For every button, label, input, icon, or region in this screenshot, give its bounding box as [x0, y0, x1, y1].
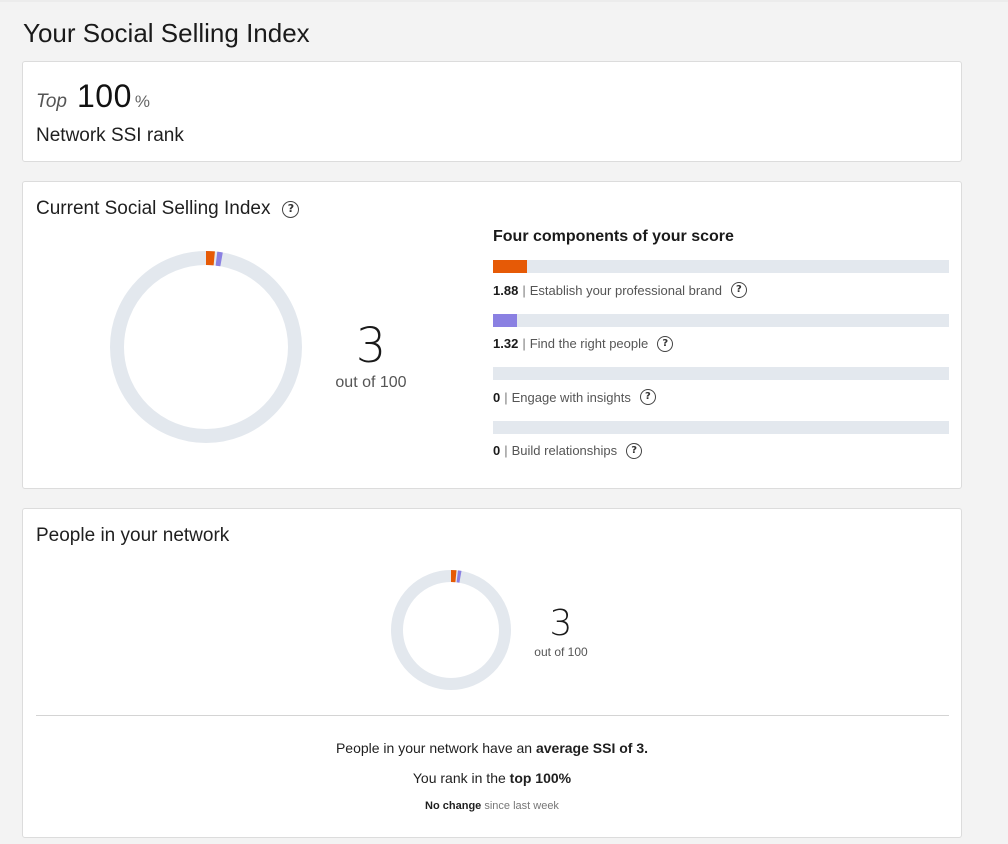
component-text: 1.88 | Establish your professional brand? — [493, 282, 949, 298]
current-ssi-heading: Current Social Selling Index ? — [36, 198, 300, 220]
ssi-page: Your Social Selling Index Top 100 % Netw… — [0, 0, 1008, 844]
rank-text-bold: top 100% — [509, 770, 572, 786]
change-rest: since last week — [484, 800, 559, 812]
ssi-score: 3 — [355, 318, 387, 374]
ssi-score-suffix: out of 100 — [335, 374, 407, 391]
network-donut-chart — [391, 570, 511, 690]
rank-line: Top 100 % — [36, 78, 150, 115]
component-value: 0 — [493, 443, 501, 458]
component-separator: | — [522, 282, 526, 298]
component-row: 0 | Build relationships? — [493, 420, 949, 475]
ssi-donut-track — [110, 251, 302, 443]
component-row: 1.32 | Find the right people? — [493, 313, 949, 368]
network-card: People in your network 3 out of 100 Peop… — [22, 508, 962, 838]
component-bar-fill — [493, 313, 518, 327]
rank-label: Network SSI rank — [36, 125, 184, 146]
component-value: 1.88 — [493, 282, 519, 298]
component-separator: | — [504, 389, 508, 405]
component-label: Build relationships — [511, 443, 618, 458]
help-icon[interactable]: ? — [282, 200, 300, 218]
network-donut-svg — [391, 570, 511, 690]
component-bar-track — [493, 367, 949, 380]
network-title: People in your network — [36, 525, 230, 546]
score-components: Four components of your score 1.88 | Estab… — [493, 228, 949, 474]
component-value: 1.32 — [493, 336, 519, 351]
component-bar-track — [493, 313, 949, 327]
average-text-pre: People in your network have an — [335, 740, 533, 756]
ssi-score-block: 3 out of 100 — [321, 320, 421, 392]
component-bar-track — [493, 420, 949, 434]
help-icon[interactable]: ? — [639, 389, 656, 405]
component-text: 1.32 | Find the right people? — [493, 335, 949, 352]
component-text: 0 | Build relationships? — [493, 442, 949, 459]
components-list: 1.88 | Establish your professional brand? 1… — [493, 260, 949, 474]
help-icon[interactable]: ? — [730, 282, 747, 298]
help-icon[interactable]: ? — [657, 335, 674, 352]
help-icon[interactable]: ? — [626, 442, 643, 459]
components-title: Four components of your score — [493, 228, 734, 245]
network-donut-track — [391, 570, 511, 690]
average-text-bold: average SSI of 3. — [535, 740, 649, 756]
current-ssi-card: Current Social Selling Index ? 3 out of … — [22, 181, 962, 489]
network-score-suffix: out of 100 — [534, 645, 588, 659]
rank-value: 100 — [77, 78, 132, 114]
rank-unit: % — [134, 92, 151, 111]
component-bar-track — [493, 260, 949, 273]
rank-prefix: Top — [36, 91, 67, 112]
network-rank-card: Top 100 % Network SSI rank — [22, 61, 962, 162]
network-rank-text: You rank in the top 100% — [23, 770, 961, 786]
network-heading: People in your network — [36, 525, 229, 547]
component-value: 0 — [493, 389, 501, 405]
ssi-donut-svg — [110, 251, 302, 443]
top-strip — [0, 0, 1008, 2]
rank-text-pre: You rank in the — [412, 770, 506, 786]
current-ssi-title: Current Social Selling Index — [36, 198, 271, 219]
page-title: Your Social Selling Index — [23, 18, 310, 48]
component-separator: | — [522, 336, 526, 351]
weekly-change-note: No change since last week — [23, 800, 961, 812]
component-row: 1.88 | Establish your professional brand? — [493, 260, 949, 314]
network-score: 3 — [549, 603, 573, 644]
component-row: 0 | Engage with insights? — [493, 367, 949, 421]
component-text: 0 | Engage with insights? — [493, 389, 949, 405]
network-average-text: People in your network have an average S… — [23, 740, 961, 756]
change-bold: No change — [425, 800, 482, 812]
ssi-donut-chart — [110, 251, 302, 443]
component-separator: | — [504, 443, 508, 458]
network-score-block: 3 out of 100 — [526, 603, 596, 660]
component-label: Engage with insights — [511, 389, 631, 405]
component-label: Establish your professional brand — [529, 282, 722, 298]
network-divider — [36, 715, 949, 716]
component-bar-fill — [493, 260, 528, 273]
component-label: Find the right people — [529, 336, 649, 351]
